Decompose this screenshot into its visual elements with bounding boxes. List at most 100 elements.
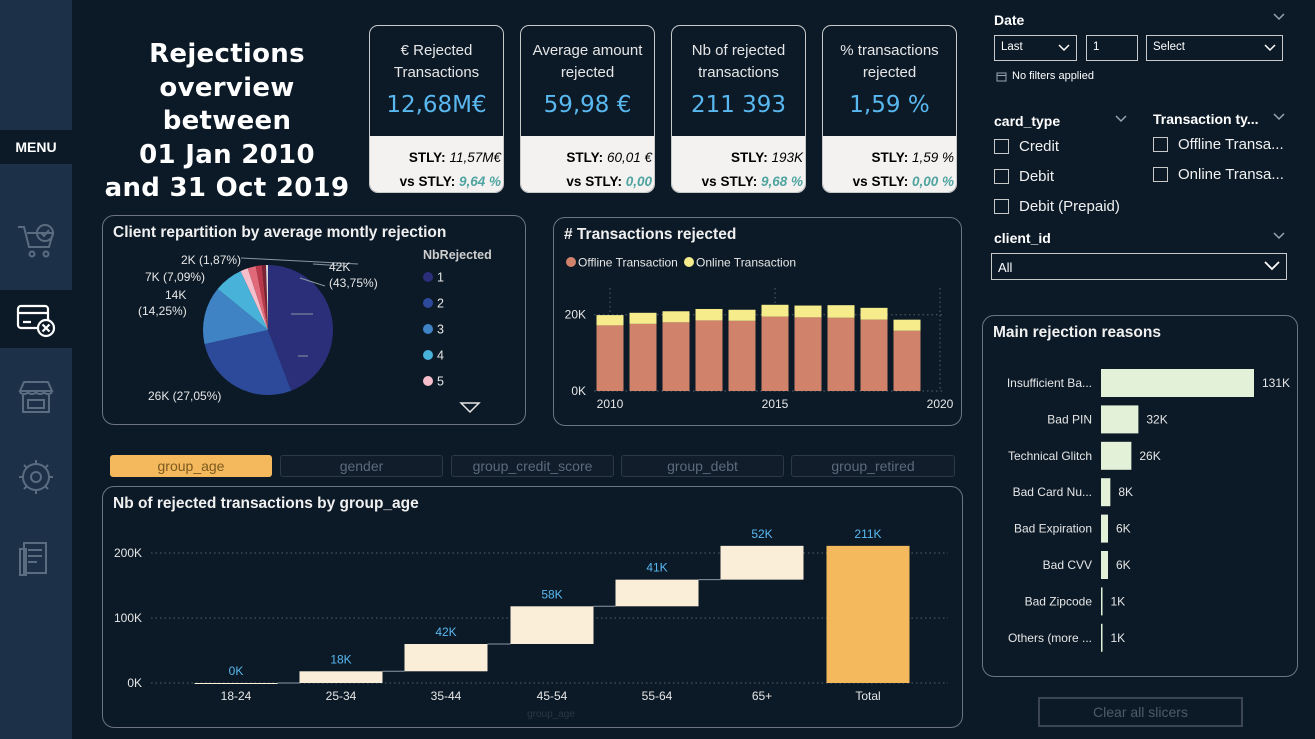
calendar-icon	[996, 72, 1007, 82]
stacked-bar-segment[interactable]	[860, 307, 888, 320]
waterfall-bars[interactable]	[194, 545, 910, 684]
chevron-down-icon	[1058, 44, 1070, 52]
reason-bar[interactable]	[1101, 405, 1139, 434]
chevron-down-icon[interactable]	[1272, 112, 1286, 122]
tab-group-retired[interactable]: group_retired	[791, 455, 955, 477]
pie-slices[interactable]	[203, 265, 333, 395]
waterfall-step-bar[interactable]	[720, 545, 804, 580]
reason-bar[interactable]	[1101, 369, 1254, 397]
reason-bar[interactable]	[1101, 623, 1103, 652]
kpi-value: 211 393	[690, 92, 787, 118]
checkbox-box[interactable]	[994, 139, 1009, 154]
date-mode-dropdown[interactable]: Last	[994, 35, 1077, 61]
reason-bar[interactable]	[1101, 514, 1109, 543]
pie-legend: 1 2 3 4 5	[423, 271, 444, 389]
stacked-bar-segment[interactable]	[596, 325, 624, 391]
vs-stly-value: 0,00 %	[911, 174, 954, 189]
tab-group-credit-score[interactable]: group_credit_score	[451, 455, 614, 477]
stacked-bar-segment[interactable]	[596, 315, 624, 326]
checkbox-box[interactable]	[994, 169, 1009, 184]
stacked-bar-segment[interactable]	[662, 311, 690, 323]
stacked-bar-segment[interactable]	[860, 319, 888, 391]
chevron-down-icon[interactable]	[1272, 231, 1286, 241]
rejection-reasons-chart: Insufficient Ba... 131K Bad PIN 32K Technica…	[1007, 369, 1290, 652]
legend-marker	[684, 257, 694, 267]
date-unit-dropdown[interactable]: Select	[1146, 35, 1283, 61]
waterfall-step-bar[interactable]	[615, 579, 699, 607]
no-filters-text: No filters applied	[1012, 70, 1094, 82]
nav-document-icon[interactable]	[0, 530, 72, 588]
tab-gender[interactable]: gender	[280, 455, 443, 477]
vs-stly-label: vs STLY:	[852, 174, 909, 189]
legend-scroll-down-icon[interactable]	[459, 402, 481, 414]
legend-marker	[423, 376, 433, 386]
analytics-gear-icon	[19, 460, 53, 494]
waterfall-chart: 0K 100K 200K 0K 18-24 18K 25-34 42K 35-44 58K 45-…	[114, 527, 948, 720]
title-line: 01 Jan 2010	[139, 139, 315, 170]
stacked-bar-segment[interactable]	[662, 322, 690, 391]
transaction-type-slicer-label: Transaction ty...	[1153, 111, 1259, 127]
checkbox-debit[interactable]: Debit	[994, 168, 1054, 185]
stacked-bars[interactable]	[596, 304, 921, 391]
stacked-bar-segment[interactable]	[761, 304, 789, 317]
reason-bar[interactable]	[1101, 587, 1103, 616]
client-id-slicer-label: client_id	[994, 230, 1051, 246]
data-label: 42K	[435, 625, 456, 639]
tab-group-age[interactable]: group_age	[110, 455, 272, 477]
stacked-bar-segment[interactable]	[761, 316, 789, 391]
checkbox-offline[interactable]: Offline Transa...	[1153, 136, 1284, 153]
tab-label: group_debt	[667, 458, 738, 474]
title-line: Rejections	[149, 39, 305, 69]
reason-bars[interactable]: Insufficient Ba... 131K Bad PIN 32K Technica…	[1007, 369, 1290, 652]
nav-analytics-icon[interactable]	[0, 448, 72, 506]
stacked-bar-segment[interactable]	[893, 319, 921, 331]
stacked-bar-segment[interactable]	[695, 308, 723, 321]
stly-value: 60,01 €	[606, 150, 652, 165]
stacked-bar-segment[interactable]	[794, 305, 822, 318]
date-count-value: 1	[1093, 41, 1100, 53]
checkbox-box[interactable]	[1153, 167, 1168, 182]
x-tick-label: 2020	[927, 397, 954, 411]
waterfall-step-bar[interactable]	[404, 644, 488, 672]
data-label: 211K	[854, 527, 881, 541]
kpi-card-rejected-amount: € Rejected Transactions 12,68M€ STLY: 11…	[369, 25, 504, 193]
store-icon	[18, 381, 54, 413]
tab-group-debt[interactable]: group_debt	[621, 455, 784, 477]
date-count-input[interactable]: 1	[1086, 35, 1138, 61]
data-label: 1K	[1111, 594, 1126, 608]
reason-bar[interactable]	[1101, 551, 1109, 579]
stacked-bar-segment[interactable]	[629, 323, 657, 391]
stacked-bar-segment[interactable]	[728, 309, 756, 321]
stacked-bar-segment[interactable]	[794, 317, 822, 391]
checkbox-box[interactable]	[1153, 137, 1168, 152]
checkbox-box[interactable]	[994, 199, 1009, 214]
stacked-bar-segment[interactable]	[827, 305, 855, 318]
reason-bar[interactable]	[1101, 441, 1132, 470]
stacked-bar-segment[interactable]	[827, 317, 855, 391]
document-icon	[19, 542, 47, 576]
clear-all-slicers-button[interactable]: Clear all slicers	[1038, 697, 1243, 727]
stacked-bar-segment[interactable]	[728, 320, 756, 391]
nav-store-icon[interactable]	[0, 368, 72, 426]
menu-button[interactable]: MENU	[0, 130, 72, 164]
nav-rejected-card-icon[interactable]	[0, 290, 72, 348]
reason-bar[interactable]	[1101, 478, 1111, 507]
kpi-label: % transactions	[840, 42, 939, 59]
x-tick-label: 2010	[597, 397, 624, 411]
stacked-bar-segment[interactable]	[893, 330, 921, 391]
checkbox-online[interactable]: Online Transa...	[1153, 166, 1284, 183]
waterfall-total-bar[interactable]	[826, 545, 910, 683]
chevron-down-icon[interactable]	[1272, 12, 1286, 22]
data-label: 6K	[1116, 522, 1131, 536]
nav-approved-cart-icon[interactable]	[0, 212, 72, 270]
checkbox-credit[interactable]: Credit	[994, 138, 1059, 155]
waterfall-step-bar[interactable]	[194, 683, 278, 684]
x-tick-label: 35-44	[431, 689, 462, 703]
waterfall-step-bar[interactable]	[510, 606, 594, 644]
stacked-bar-segment[interactable]	[695, 320, 723, 391]
checkbox-debit-prepaid[interactable]: Debit (Prepaid)	[994, 198, 1120, 215]
chevron-down-icon[interactable]	[1114, 114, 1128, 124]
client-id-dropdown[interactable]: All	[991, 253, 1287, 280]
stacked-bar-segment[interactable]	[629, 312, 657, 324]
waterfall-step-bar[interactable]	[299, 671, 383, 683]
